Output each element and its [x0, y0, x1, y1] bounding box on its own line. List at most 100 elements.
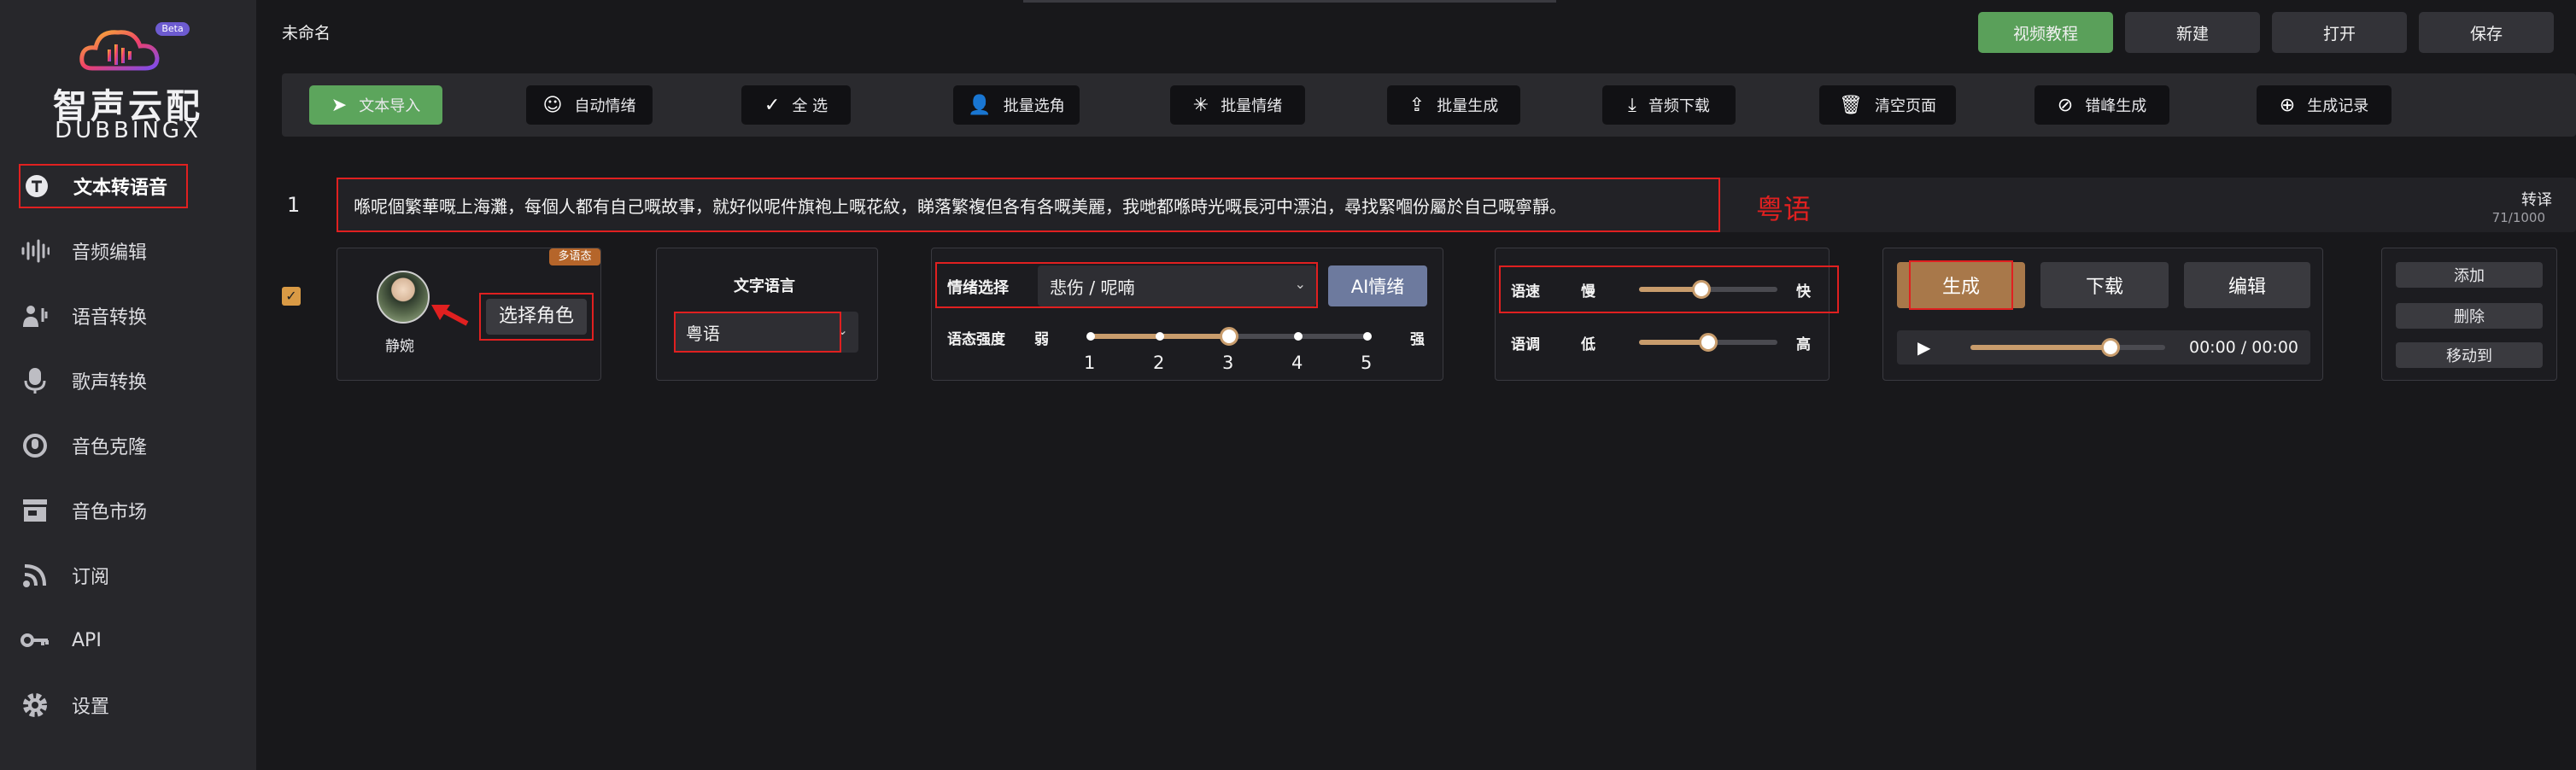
- speed-slider[interactable]: [1639, 280, 1777, 299]
- row-actions-panel: 添加 删除 移动到: [2381, 248, 2557, 381]
- sidebar-item-voice-convert[interactable]: 语音转换: [19, 294, 232, 338]
- select-character-button[interactable]: 选择角色: [479, 293, 594, 341]
- intensity-level-label: 2: [1153, 353, 1165, 373]
- save-button[interactable]: 保存: [2419, 12, 2554, 53]
- select-character-label: 选择角色: [486, 299, 587, 335]
- video-tutorial-button[interactable]: 视频教程: [1978, 12, 2113, 53]
- text-to-speech-icon: [20, 170, 53, 202]
- intensity-tick[interactable]: [1156, 332, 1164, 341]
- playback-fill: [1970, 345, 2111, 350]
- row-checkbox[interactable]: ✓: [282, 287, 301, 306]
- sidebar-item-label: 歌声转换: [72, 372, 148, 394]
- intensity-slider[interactable]: 1 2 3 4 5: [1084, 327, 1372, 373]
- select-all-button[interactable]: ✓ 全 选: [741, 85, 851, 125]
- app-window: Beta 智声云配 DUBBINGX 文本转语音 音频编辑 语音转换 歌声转换 …: [0, 0, 2576, 770]
- new-button[interactable]: 新建: [2125, 12, 2260, 53]
- sidebar-item-label: 音色市场: [72, 502, 148, 523]
- beta-badge: Beta: [155, 22, 190, 36]
- sidebar-item-voice-market[interactable]: 音色市场: [19, 488, 232, 533]
- generation-history-button[interactable]: ⊕ 生成记录: [2257, 85, 2392, 125]
- edit-button[interactable]: 编辑: [2184, 262, 2310, 308]
- sidebar-item-label: 设置: [72, 697, 110, 718]
- arrow-annotation-icon: [431, 305, 469, 326]
- batch-cast-button[interactable]: 👤 批量选角: [953, 85, 1080, 125]
- playback-slider[interactable]: [1970, 338, 2165, 357]
- ai-emotion-button[interactable]: AI情绪: [1328, 265, 1427, 306]
- intensity-tick[interactable]: [1363, 332, 1372, 341]
- logo-subtitle: DUBBINGX: [55, 118, 202, 143]
- rss-icon: [19, 559, 51, 592]
- speed-max-label: 快: [1796, 283, 1811, 300]
- clear-page-button[interactable]: 🗑 清空页面: [1819, 85, 1956, 125]
- generate-highlight: [1909, 260, 2013, 310]
- play-icon[interactable]: ▶: [1917, 337, 1930, 358]
- intensity-tick[interactable]: [1086, 332, 1095, 341]
- document-title: 未命名: [282, 24, 331, 43]
- sidebar-item-label: 语音转换: [72, 307, 148, 329]
- intensity-slider-knob[interactable]: [1220, 327, 1238, 346]
- top-handle: [1023, 0, 1556, 3]
- off-peak-generate-button[interactable]: ⊘ 错峰生成: [2034, 85, 2169, 125]
- character-panel: 多语态 静婉 选择角色: [337, 248, 601, 381]
- pitch-min-label: 低: [1581, 336, 1595, 353]
- move-to-button[interactable]: 移动到: [2396, 342, 2543, 368]
- pitch-slider[interactable]: [1639, 333, 1777, 352]
- voice-clone-icon: [19, 429, 51, 462]
- sidebar-item-label: API: [72, 629, 102, 651]
- trash-icon: 🗑: [1839, 94, 1863, 116]
- sidebar-item-api[interactable]: API: [19, 618, 232, 662]
- convert-button[interactable]: 转译: [2521, 188, 2552, 210]
- intensity-tick[interactable]: [1294, 332, 1303, 341]
- sidebar-item-text-to-speech[interactable]: 文本转语音: [19, 164, 188, 208]
- intensity-level-label: 5: [1361, 353, 1373, 373]
- key-icon: [19, 624, 51, 656]
- upload-icon: ⇪: [1408, 94, 1426, 116]
- batch-generate-button[interactable]: ⇪ 批量生成: [1387, 85, 1520, 125]
- download-button[interactable]: 下载: [2040, 262, 2169, 308]
- playback-knob[interactable]: [2101, 338, 2121, 357]
- audio-player: ▶ 00:00 / 00:00: [1897, 330, 2310, 365]
- chevron-down-icon: ⌄: [1294, 276, 1306, 292]
- add-row-button[interactable]: 添加: [2396, 262, 2543, 288]
- text-row: 喺呢個繁華嘅上海灘，每個人都有自己嘅故事，就好似呢件旗袍上嘅花紋，睇落繁複但各有…: [337, 178, 2576, 232]
- pitch-label: 语调: [1511, 336, 1540, 353]
- playback-time: 00:00 / 00:00: [2189, 338, 2298, 357]
- user-icon: 👤: [968, 94, 992, 116]
- intensity-level-label: 3: [1222, 353, 1234, 373]
- tool-label: 批量情绪: [1221, 97, 1283, 115]
- batch-emotion-button[interactable]: ✳ 批量情绪: [1170, 85, 1305, 125]
- row-index: 1: [287, 193, 301, 217]
- sidebar-item-label: 音色克隆: [72, 437, 148, 458]
- speed-slider-knob[interactable]: [1691, 280, 1711, 299]
- sidebar-item-subscribe[interactable]: 订阅: [19, 553, 232, 598]
- paper-plane-icon: ➤: [331, 94, 348, 116]
- delete-row-button[interactable]: 删除: [2396, 303, 2543, 329]
- auto-emotion-button[interactable]: ☺ 自动情绪: [526, 85, 653, 125]
- open-button[interactable]: 打开: [2272, 12, 2407, 53]
- script-text-input[interactable]: 喺呢個繁華嘅上海灘，每個人都有自己嘅故事，就好似呢件旗袍上嘅花紋，睇落繁複但各有…: [337, 178, 1720, 232]
- character-name: 静婉: [385, 338, 414, 355]
- pitch-slider-knob[interactable]: [1699, 333, 1718, 352]
- emotion-label: 情绪选择: [947, 279, 1009, 297]
- sidebar-item-audio-edit[interactable]: 音频编辑: [19, 229, 232, 273]
- sidebar-item-label: 文本转语音: [73, 178, 168, 199]
- smile-icon: ☺: [542, 94, 563, 116]
- speed-min-label: 慢: [1581, 283, 1595, 300]
- sidebar-item-singing-convert[interactable]: 歌声转换: [19, 359, 232, 403]
- sidebar: Beta 智声云配 DUBBINGX 文本转语音 音频编辑 语音转换 歌声转换 …: [0, 0, 256, 770]
- sidebar-item-voice-clone[interactable]: 音色克隆: [19, 423, 232, 468]
- emotion-select[interactable]: 悲伤 / 呢喃 ⌄: [1038, 265, 1316, 306]
- character-avatar[interactable]: [377, 271, 430, 324]
- store-icon: [19, 494, 51, 527]
- generate-panel: 生成 下载 编辑 ▶ 00:00 / 00:00: [1882, 248, 2323, 381]
- tool-label: 文本导入: [359, 97, 421, 115]
- text-import-button[interactable]: ➤ 文本导入: [309, 85, 442, 125]
- audio-download-button[interactable]: ⤓ 音频下载: [1602, 85, 1736, 125]
- pitch-fill: [1639, 340, 1708, 345]
- tool-label: 清空页面: [1874, 97, 1936, 115]
- tool-label: 音频下载: [1648, 97, 1710, 115]
- emotion-panel: 情绪选择 悲伤 / 呢喃 ⌄ AI情绪 语态强度 弱 强 1 2 3 4 5: [931, 248, 1443, 381]
- intensity-level-label: 4: [1291, 353, 1303, 373]
- tool-label: 全 选: [792, 97, 828, 115]
- sidebar-item-settings[interactable]: 设置: [19, 683, 232, 727]
